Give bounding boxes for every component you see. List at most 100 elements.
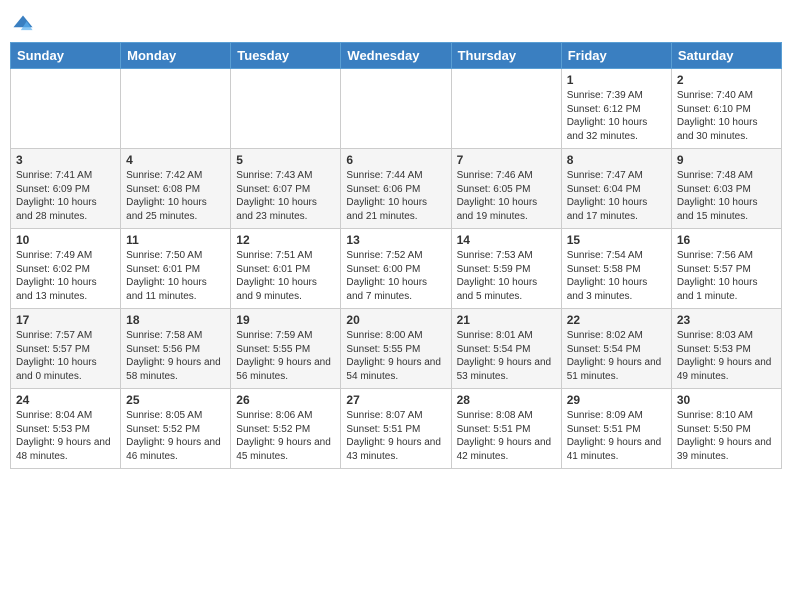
week-row-1: 1 Sunrise: 7:39 AM Sunset: 6:12 PM Daylig… [11, 69, 782, 149]
week-row-5: 24Sunrise: 8:04 AM Sunset: 5:53 PM Dayli… [11, 389, 782, 469]
day-number: 8 [567, 153, 666, 167]
weekday-header-tuesday: Tuesday [231, 43, 341, 69]
day-cell: 17 Sunrise: 7:57 AM Sunset: 5:57 PM Dayli… [11, 309, 121, 389]
day-cell [341, 69, 451, 149]
day-number: 1 [567, 73, 666, 87]
day-info: Sunrise: 8:05 AM Sunset: 5:52 PM Dayligh… [126, 409, 225, 463]
day-number: 14 [457, 233, 556, 247]
day-info: Sunrise: 7:57 AM Sunset: 5:57 PM Dayligh… [16, 329, 115, 383]
day-info: Sunrise: 8:01 AM Sunset: 5:54 PM Dayligh… [457, 329, 556, 383]
week-row-2: 3Sunrise: 7:41 AM Sunset: 6:09 PM Daylig… [11, 149, 782, 229]
day-info: Sunrise: 7:52 AM Sunset: 6:00 PM Dayligh… [346, 249, 445, 303]
day-cell [121, 69, 231, 149]
day-number: 5 [236, 153, 335, 167]
day-cell: 15Sunrise: 7:54 AM Sunset: 5:58 PM Dayli… [561, 229, 671, 309]
page-header [10, 10, 782, 36]
weekday-header-row: SundayMondayTuesdayWednesdayThursdayFrid… [11, 43, 782, 69]
day-number: 19 [236, 313, 335, 327]
day-cell: 26 Sunrise: 8:06 AM Sunset: 5:52 PM Dayli… [231, 389, 341, 469]
day-number: 11 [126, 233, 225, 247]
day-cell: 21 Sunrise: 8:01 AM Sunset: 5:54 PM Dayli… [451, 309, 561, 389]
day-info: Sunrise: 7:48 AM Sunset: 6:03 PM Dayligh… [677, 169, 776, 223]
day-number: 21 [457, 313, 556, 327]
day-cell: 27 Sunrise: 8:07 AM Sunset: 5:51 PM Dayli… [341, 389, 451, 469]
week-row-3: 10 Sunrise: 7:49 AM Sunset: 6:02 PM Dayli… [11, 229, 782, 309]
day-cell: 8 Sunrise: 7:47 AM Sunset: 6:04 PM Daylig… [561, 149, 671, 229]
day-cell: 2 Sunrise: 7:40 AM Sunset: 6:10 PM Daylig… [671, 69, 781, 149]
weekday-header-thursday: Thursday [451, 43, 561, 69]
day-number: 12 [236, 233, 335, 247]
day-info: Sunrise: 8:00 AM Sunset: 5:55 PM Dayligh… [346, 329, 445, 383]
day-cell: 1 Sunrise: 7:39 AM Sunset: 6:12 PM Daylig… [561, 69, 671, 149]
weekday-header-sunday: Sunday [11, 43, 121, 69]
day-cell: 16Sunrise: 7:56 AM Sunset: 5:57 PM Dayli… [671, 229, 781, 309]
day-number: 29 [567, 393, 666, 407]
day-info: Sunrise: 8:03 AM Sunset: 5:53 PM Dayligh… [677, 329, 776, 383]
day-number: 27 [346, 393, 445, 407]
day-number: 25 [126, 393, 225, 407]
day-number: 26 [236, 393, 335, 407]
day-cell: 13Sunrise: 7:52 AM Sunset: 6:00 PM Dayli… [341, 229, 451, 309]
day-number: 28 [457, 393, 556, 407]
day-number: 10 [16, 233, 115, 247]
day-info: Sunrise: 7:43 AM Sunset: 6:07 PM Dayligh… [236, 169, 335, 223]
day-info: Sunrise: 8:02 AM Sunset: 5:54 PM Dayligh… [567, 329, 666, 383]
logo [10, 14, 34, 36]
day-cell: 23 Sunrise: 8:03 AM Sunset: 5:53 PM Dayli… [671, 309, 781, 389]
day-cell: 12 Sunrise: 7:51 AM Sunset: 6:01 PM Dayli… [231, 229, 341, 309]
day-cell: 4 Sunrise: 7:42 AM Sunset: 6:08 PM Daylig… [121, 149, 231, 229]
day-cell: 18Sunrise: 7:58 AM Sunset: 5:56 PM Dayli… [121, 309, 231, 389]
day-cell: 14 Sunrise: 7:53 AM Sunset: 5:59 PM Dayli… [451, 229, 561, 309]
day-cell: 9 Sunrise: 7:48 AM Sunset: 6:03 PM Daylig… [671, 149, 781, 229]
day-number: 7 [457, 153, 556, 167]
day-number: 17 [16, 313, 115, 327]
day-cell: 25 Sunrise: 8:05 AM Sunset: 5:52 PM Dayli… [121, 389, 231, 469]
day-info: Sunrise: 7:46 AM Sunset: 6:05 PM Dayligh… [457, 169, 556, 223]
weekday-header-wednesday: Wednesday [341, 43, 451, 69]
day-number: 2 [677, 73, 776, 87]
day-cell: 6 Sunrise: 7:44 AM Sunset: 6:06 PM Daylig… [341, 149, 451, 229]
weekday-header-saturday: Saturday [671, 43, 781, 69]
day-info: Sunrise: 7:40 AM Sunset: 6:10 PM Dayligh… [677, 89, 776, 143]
day-cell: 29 Sunrise: 8:09 AM Sunset: 5:51 PM Dayli… [561, 389, 671, 469]
day-info: Sunrise: 8:06 AM Sunset: 5:52 PM Dayligh… [236, 409, 335, 463]
day-cell [451, 69, 561, 149]
day-info: Sunrise: 7:39 AM Sunset: 6:12 PM Dayligh… [567, 89, 666, 143]
day-cell: 30 Sunrise: 8:10 AM Sunset: 5:50 PM Dayli… [671, 389, 781, 469]
day-number: 4 [126, 153, 225, 167]
day-number: 9 [677, 153, 776, 167]
day-info: Sunrise: 7:59 AM Sunset: 5:55 PM Dayligh… [236, 329, 335, 383]
day-cell: 11 Sunrise: 7:50 AM Sunset: 6:01 PM Dayli… [121, 229, 231, 309]
day-info: Sunrise: 8:10 AM Sunset: 5:50 PM Dayligh… [677, 409, 776, 463]
day-info: Sunrise: 7:44 AM Sunset: 6:06 PM Dayligh… [346, 169, 445, 223]
day-number: 22 [567, 313, 666, 327]
day-info: Sunrise: 7:50 AM Sunset: 6:01 PM Dayligh… [126, 249, 225, 303]
day-cell: 19 Sunrise: 7:59 AM Sunset: 5:55 PM Dayli… [231, 309, 341, 389]
day-info: Sunrise: 7:51 AM Sunset: 6:01 PM Dayligh… [236, 249, 335, 303]
day-cell: 24Sunrise: 8:04 AM Sunset: 5:53 PM Dayli… [11, 389, 121, 469]
day-info: Sunrise: 8:09 AM Sunset: 5:51 PM Dayligh… [567, 409, 666, 463]
week-row-4: 17 Sunrise: 7:57 AM Sunset: 5:57 PM Dayli… [11, 309, 782, 389]
calendar-table: SundayMondayTuesdayWednesdayThursdayFrid… [10, 42, 782, 469]
day-info: Sunrise: 7:53 AM Sunset: 5:59 PM Dayligh… [457, 249, 556, 303]
day-info: Sunrise: 7:47 AM Sunset: 6:04 PM Dayligh… [567, 169, 666, 223]
day-cell: 20Sunrise: 8:00 AM Sunset: 5:55 PM Dayli… [341, 309, 451, 389]
day-number: 16 [677, 233, 776, 247]
day-info: Sunrise: 7:42 AM Sunset: 6:08 PM Dayligh… [126, 169, 225, 223]
day-cell: 3Sunrise: 7:41 AM Sunset: 6:09 PM Daylig… [11, 149, 121, 229]
day-number: 23 [677, 313, 776, 327]
day-number: 30 [677, 393, 776, 407]
day-cell: 7 Sunrise: 7:46 AM Sunset: 6:05 PM Daylig… [451, 149, 561, 229]
day-info: Sunrise: 7:49 AM Sunset: 6:02 PM Dayligh… [16, 249, 115, 303]
day-cell: 22 Sunrise: 8:02 AM Sunset: 5:54 PM Dayli… [561, 309, 671, 389]
weekday-header-friday: Friday [561, 43, 671, 69]
day-info: Sunrise: 8:07 AM Sunset: 5:51 PM Dayligh… [346, 409, 445, 463]
day-cell [231, 69, 341, 149]
day-number: 15 [567, 233, 666, 247]
day-info: Sunrise: 7:41 AM Sunset: 6:09 PM Dayligh… [16, 169, 115, 223]
day-cell: 28 Sunrise: 8:08 AM Sunset: 5:51 PM Dayli… [451, 389, 561, 469]
day-cell: 5 Sunrise: 7:43 AM Sunset: 6:07 PM Daylig… [231, 149, 341, 229]
day-number: 6 [346, 153, 445, 167]
day-cell: 10 Sunrise: 7:49 AM Sunset: 6:02 PM Dayli… [11, 229, 121, 309]
day-info: Sunrise: 8:08 AM Sunset: 5:51 PM Dayligh… [457, 409, 556, 463]
